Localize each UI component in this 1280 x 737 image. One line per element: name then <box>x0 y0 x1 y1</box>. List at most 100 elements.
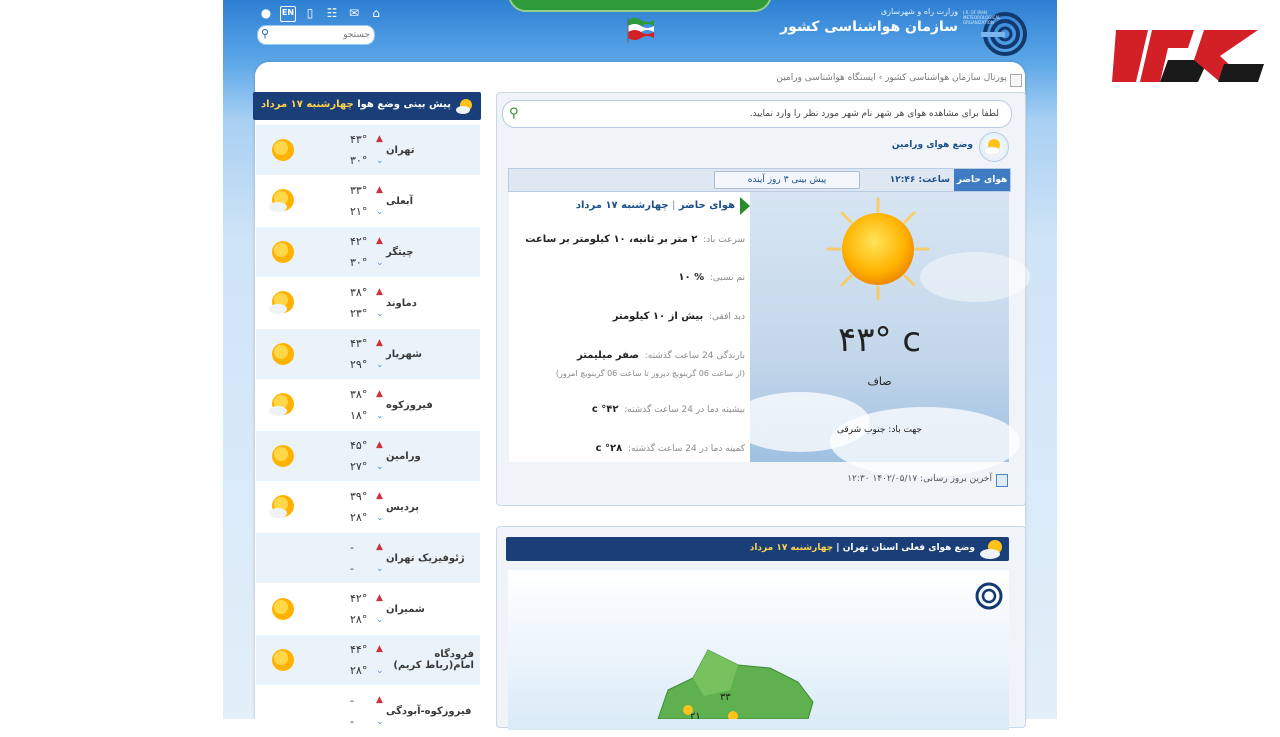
station-tabs: هوای حاضر ساعت: ۱۲:۴۶ پیش بینی ۳ روز آین… <box>508 168 1011 192</box>
forecast-city[interactable]: ورامین <box>386 431 474 481</box>
site-search: ⚲ <box>257 25 375 45</box>
forecast-min: ۲۱° <box>350 205 368 218</box>
page-icon <box>1010 74 1022 87</box>
home-icon[interactable]: ⌂ <box>368 6 384 20</box>
forecast-city[interactable]: شهریار <box>386 329 474 379</box>
forecast-city[interactable]: تهران <box>386 125 474 175</box>
forecast-min: ۲۹° <box>350 358 368 371</box>
forecast-max: ۳۸° <box>350 388 368 401</box>
top-icon-bar: ● EN ▯ ☷ ✉ ⌂ <box>258 6 384 22</box>
forecast-city[interactable]: پردیس <box>386 482 474 532</box>
mail-icon[interactable]: ✉ <box>346 6 362 20</box>
city-search-bar[interactable]: ⚲ لطفا برای مشاهده هوای هر شهر نام شهر م… <box>502 100 1012 128</box>
forecast-title: پیش بینی وضع هوا چهارشنبه ۱۷ مرداد <box>261 99 451 110</box>
forecast-row[interactable]: دماوند ▲ ۳۸° ⌄ ۲۳° <box>256 278 480 329</box>
forecast-max: ۴۵° <box>350 439 368 452</box>
language-icon[interactable]: EN <box>280 6 296 22</box>
green-arrow-icon <box>740 197 750 215</box>
forecast-city[interactable]: فیروزکوه-آبودگی <box>386 686 474 736</box>
site-search-input[interactable] <box>278 27 372 43</box>
forecast-min: - <box>350 562 354 575</box>
forecast-city[interactable]: آبعلی <box>386 176 474 226</box>
forecast-row[interactable]: فیروزکوه-آبودگی ▲ - ⌄ - <box>256 686 480 737</box>
forecast-row[interactable]: تهران ▲ ۴۳° ⌄ ۳۰° <box>256 125 480 176</box>
detail-min-temp: کمینه دما در 24 ساعت گذشته: ۲۸° c <box>595 443 745 454</box>
update-icon <box>996 474 1008 487</box>
sunny-icon <box>826 197 930 301</box>
forecast-max: ۴۴° <box>350 643 368 656</box>
sitemap-icon[interactable]: ☷ <box>324 6 340 20</box>
tehran-map: ۳۳ ۲۱ <box>657 582 1003 722</box>
sunny-icon <box>272 343 294 365</box>
forecast-min: ۲۸° <box>350 664 368 677</box>
search-icon[interactable]: ⚲ <box>261 27 269 40</box>
search-icon[interactable]: ⚲ <box>509 106 519 121</box>
sunny-icon <box>272 598 294 620</box>
forecast-city[interactable]: فرودگاه امام(رباط کریم) <box>386 635 474 685</box>
observation-time: ساعت: ۱۲:۴۶ <box>889 175 950 185</box>
forecast-row[interactable]: فیروزکوه ▲ ۳۸° ⌄ ۱۸° <box>256 380 480 431</box>
forecast-row[interactable]: فرودگاه امام(رباط کریم) ▲ ۴۴° ⌄ ۲۸° <box>256 635 480 686</box>
province-title: وضع هوای فعلی استان تهران | چهارشنبه ۱۷ … <box>749 543 975 553</box>
tab-3day-forecast[interactable]: پیش بینی ۳ روز آینده <box>714 171 860 189</box>
forecast-min: ۲۸° <box>350 613 368 626</box>
green-banner <box>508 0 772 12</box>
brand-logo <box>1112 30 1264 82</box>
partly-cloudy-icon <box>269 393 294 416</box>
partly-cloudy-icon <box>269 495 294 518</box>
forecast-row[interactable]: پردیس ▲ ۳۹° ⌄ ۲۸° <box>256 482 480 533</box>
partly-cloudy-icon <box>980 540 1002 559</box>
partly-cloudy-icon <box>456 99 472 114</box>
province-map[interactable]: ۳۳ ۲۱ <box>508 570 1009 730</box>
iran-flag-icon <box>627 18 654 43</box>
partly-cloudy-icon <box>269 291 294 314</box>
forecast-city[interactable]: شمیران <box>386 584 474 634</box>
forecast-list: تهران ▲ ۴۳° ⌄ ۳۰° آبعلی ▲ ۳۳° ⌄ ۲۱° چیتگر ▲ ۴۲° ⌄ ۳۰° د… <box>256 125 480 737</box>
forecast-max: ۴۳° <box>350 133 368 146</box>
forecast-min: ۲۷° <box>350 460 368 473</box>
partly-cloudy-icon <box>983 139 1001 156</box>
forecast-max: ۴۲° <box>350 235 368 248</box>
partly-cloudy-icon <box>269 189 294 212</box>
forecast-city[interactable]: فیروزکوه <box>386 380 474 430</box>
weather-condition: صاف <box>867 375 892 388</box>
forecast-row[interactable]: چیتگر ▲ ۴۲° ⌄ ۳۰° <box>256 227 480 278</box>
forecast-max: ۳۹° <box>350 490 368 503</box>
station-title: وضع هوای ورامین <box>891 140 973 150</box>
forecast-max: ۴۲° <box>350 592 368 605</box>
forecast-row[interactable]: شهریار ▲ ۴۳° ⌄ ۲۹° <box>256 329 480 380</box>
detail-visibility: دید افقی: بیش از ۱۰ کیلومتر <box>612 311 745 322</box>
forecast-max: - <box>350 541 354 554</box>
forecast-row[interactable]: شمیران ▲ ۴۲° ⌄ ۲۸° <box>256 584 480 635</box>
rainfall-note: (از ساعت 06 گرینویچ دیروز تا ساعت 06 گری… <box>555 369 745 378</box>
detail-max-temp: بیشینه دما در 24 ساعت گذشته: ۴۲° c <box>591 404 745 415</box>
forecast-min: ۲۸° <box>350 511 368 524</box>
detail-rainfall: بارندگی 24 ساعت گذشته: صفر میلیمتر <box>576 350 745 361</box>
breadcrumb[interactable]: پورتال سازمان هواشناسی کشور › ایستگاه هو… <box>495 73 1007 83</box>
detail-humidity: نم نسبی: % ۱۰ <box>678 272 745 283</box>
map-logo <box>975 582 1003 610</box>
sunny-icon <box>272 649 294 671</box>
map-value-1: ۳۳ <box>720 692 731 703</box>
forecast-header: پیش بینی وضع هوا چهارشنبه ۱۷ مرداد <box>253 92 481 120</box>
forecast-min: ۲۳° <box>350 307 368 320</box>
forecast-city[interactable]: ژئوفیزیک تهران <box>386 533 474 583</box>
org-name[interactable]: سازمان هواشناسی کشور <box>763 19 958 35</box>
forecast-city[interactable]: دماوند <box>386 278 474 328</box>
forecast-max: ۳۳° <box>350 184 368 197</box>
forecast-city[interactable]: چیتگر <box>386 227 474 277</box>
now-heading: هوای حاضر | چهارشنبه ۱۷ مرداد <box>575 200 735 211</box>
last-updated: آخرین بروز رسانی: ۱۴۰۲/۰۵/۱۷ ۱۲:۳۰ <box>847 474 992 484</box>
forecast-min: ۱۸° <box>350 409 368 422</box>
sunny-icon <box>272 139 294 161</box>
forecast-row[interactable]: ژئوفیزیک تهران ▲ - ⌄ - <box>256 533 480 584</box>
forecast-row[interactable]: آبعلی ▲ ۳۳° ⌄ ۲۱° <box>256 176 480 227</box>
current-temperature: ۴۳° c <box>837 320 922 360</box>
province-header: وضع هوای فعلی استان تهران | چهارشنبه ۱۷ … <box>506 537 1009 561</box>
detail-wind-speed: سرعت باد: ۲ متر بر ثانیه، ۱۰ کیلومتر بر … <box>525 234 745 245</box>
tab-current-weather[interactable]: هوای حاضر <box>954 169 1010 191</box>
user-icon[interactable]: ● <box>258 6 274 20</box>
mobile-icon[interactable]: ▯ <box>302 6 318 20</box>
forecast-row[interactable]: ورامین ▲ ۴۵° ⌄ ۲۷° <box>256 431 480 482</box>
forecast-min: ۳۰° <box>350 154 368 167</box>
